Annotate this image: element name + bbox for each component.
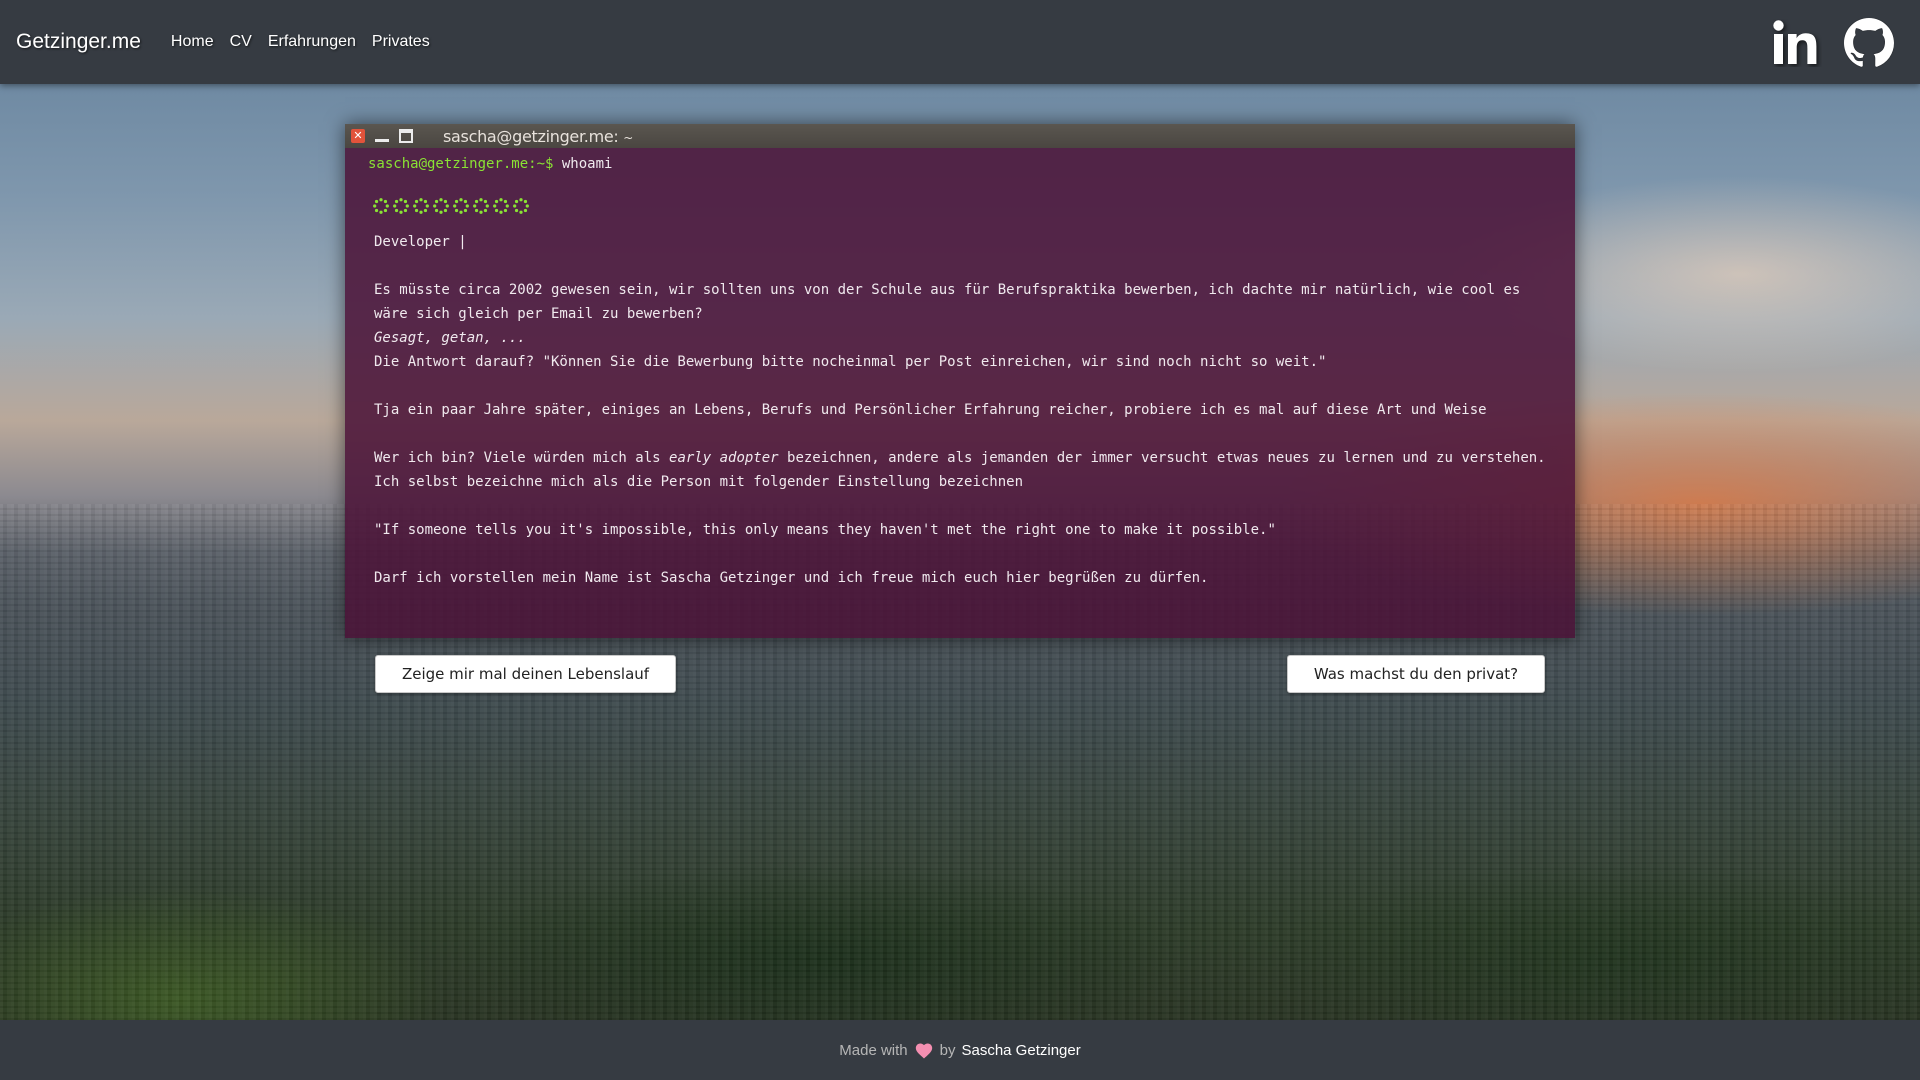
paragraph-7: Darf ich vorstellen mein Name ist Sascha… [374,570,1209,586]
prompt-line: sascha@getzinger.me:~$ whoami [368,152,1551,176]
github-link[interactable] [1844,18,1894,73]
paragraph-5-end: bezeichnen, andere als jemanden der imme… [778,450,1546,466]
show-private-button[interactable]: Was machst du den privat? [1287,655,1545,693]
brand-logo[interactable]: Getzinger.me [16,30,141,54]
nav-privates[interactable]: Privates [372,33,430,51]
close-icon[interactable]: ✕ [351,129,365,143]
social-links [1772,18,1894,73]
star-icon [453,198,469,214]
paragraph-1: Es müsste circa 2002 gewesen sein, wir s… [374,282,1521,322]
star-icon [513,198,529,214]
nav-erfahrungen[interactable]: Erfahrungen [268,33,356,51]
show-cv-button[interactable]: Zeige mir mal deinen Lebenslauf [375,655,676,693]
quote: "If someone tells you it's impossible, t… [374,522,1276,538]
star-row [372,186,1551,226]
star-icon [413,198,429,214]
paragraph-5: Wer ich bin? Viele würden mich als early… [374,446,1551,470]
main-nav: Home CV Erfahrungen Privates [171,33,430,51]
prompt: sascha@getzinger.me:~$ [368,156,554,172]
terminal-title-suffix: ~ [623,130,634,145]
paragraph-6: Ich selbst bezeichne mich als die Person… [374,474,1024,490]
paragraph-4: Tja ein paar Jahre später, einiges an Le… [374,402,1487,418]
terminal-title-text: sascha@getzinger.me: [443,126,619,146]
terminal-window: ✕ sascha@getzinger.me: ~ sascha@getzinge… [345,124,1575,638]
maximize-icon[interactable] [399,129,413,143]
paragraph-2: Gesagt, getan, ... [374,326,1551,350]
terminal-title: sascha@getzinger.me: ~ [443,127,633,146]
paragraph-3: Die Antwort darauf? "Können Sie die Bewe… [374,354,1327,370]
github-icon [1844,18,1894,67]
star-icon [373,198,389,214]
nav-home[interactable]: Home [171,33,214,51]
paragraph-5-start: Wer ich bin? Viele würden mich als [374,450,670,466]
role-line: Developer | [374,234,467,250]
linkedin-link[interactable] [1772,19,1822,72]
heart-icon [915,1043,932,1059]
footer-by: by [939,1041,956,1059]
background-greenery [0,760,1920,1020]
star-icon [493,198,509,214]
linkedin-icon [1773,20,1817,64]
navbar: Getzinger.me Home CV Erfahrungen Private… [0,0,1920,84]
terminal-body: sascha@getzinger.me:~$ whoami Developer … [345,148,1575,590]
paragraph-2-text: Gesagt, getan, ... [374,330,526,346]
minimize-icon[interactable] [375,129,389,143]
paragraph-5-emphasis: early adopter [669,450,779,466]
terminal-titlebar: ✕ sascha@getzinger.me: ~ [345,124,1575,148]
star-icon [473,198,489,214]
star-icon [393,198,409,214]
star-icon [433,198,449,214]
footer-author-link[interactable]: Sascha Getzinger [961,1042,1080,1059]
footer: Made with by Sascha Getzinger [0,1020,1920,1080]
command: whoami [561,156,613,172]
footer-made-with: Made with [839,1041,908,1059]
about-text: Developer | Es müsste circa 2002 gewesen… [368,230,1551,590]
nav-cv[interactable]: CV [230,33,252,51]
